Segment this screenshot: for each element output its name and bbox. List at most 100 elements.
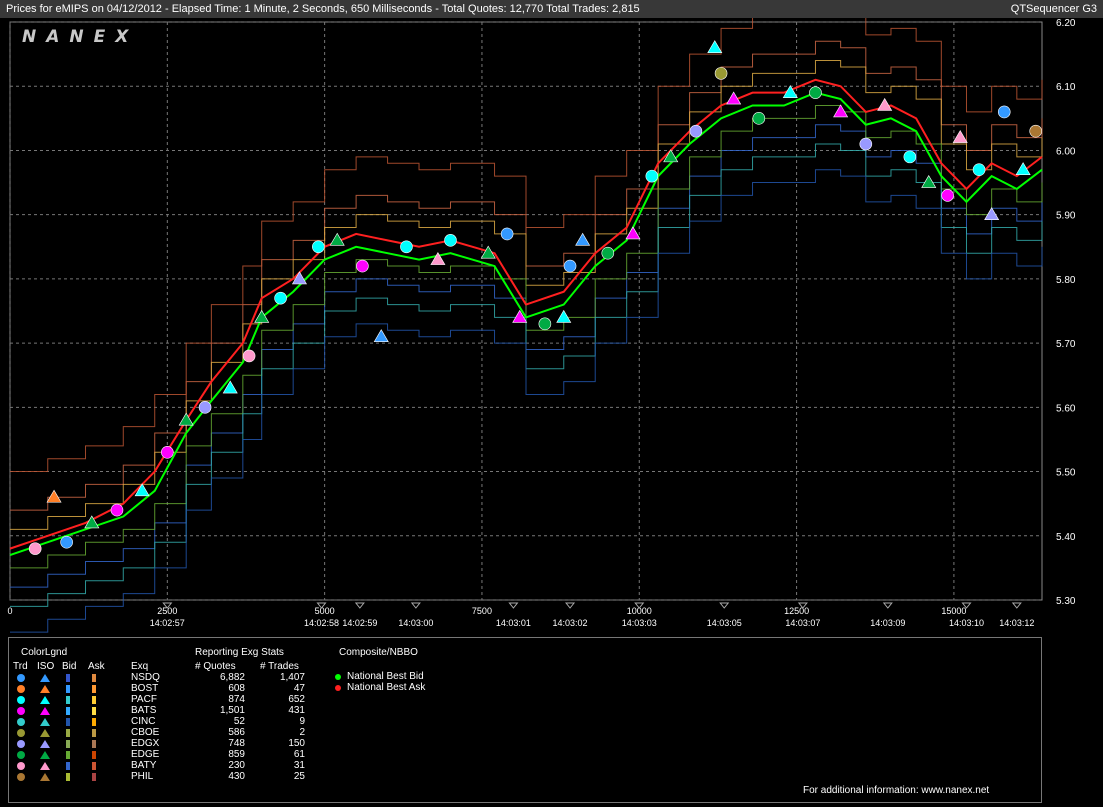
x-time-label: 14:03:02 [553, 618, 588, 628]
legend-quote-count: 874 [228, 694, 245, 705]
trade-marker [997, 105, 1011, 119]
legend-ask-swatch [92, 751, 96, 759]
legend-iso-triangle [40, 685, 50, 693]
legend-quote-count: 6,882 [219, 672, 245, 683]
legend-iso-triangle [40, 707, 50, 715]
trade-marker [60, 535, 73, 549]
legend-ask-swatch [92, 685, 96, 693]
trade-marker [859, 137, 873, 151]
x-time-label: 14:03:03 [622, 618, 657, 628]
legend-area: ColorLgnd Trd ISO Bid Ask Exq Reporting … [0, 637, 1103, 807]
legend-ask-swatch [92, 773, 96, 781]
legend-exchange-name: EDGX [131, 738, 160, 749]
legend-trade-count: 652 [288, 694, 305, 705]
legend-ask-swatch [92, 762, 96, 770]
y-tick-label: 5.80 [1056, 275, 1076, 286]
legend-ask-swatch [92, 718, 96, 726]
legend-bid-swatch [66, 773, 70, 781]
trade-marker [563, 259, 577, 273]
trade-marker [714, 67, 728, 80]
legend-quote-count: 1,501 [219, 705, 245, 716]
x-time-label: 14:02:59 [342, 618, 377, 628]
trade-marker [242, 349, 256, 363]
legend-trade-count: 25 [293, 771, 305, 782]
app-name: QTSequencer G3 [1010, 3, 1097, 15]
x-time-label: 14:03:10 [949, 618, 984, 628]
legend-exchange-name: CINC [131, 716, 156, 727]
y-tick-label: 5.60 [1056, 403, 1076, 414]
legend-exchange-name: EDGE [131, 749, 160, 760]
trade-marker [752, 112, 766, 125]
legend-trade-count: 431 [288, 705, 305, 716]
legend-trade-count: 31 [293, 760, 305, 771]
legend-trade-dot [17, 685, 25, 693]
title-bar: Prices for eMIPS on 04/12/2012 - Elapsed… [0, 0, 1103, 18]
trades-header: # Trades [260, 661, 299, 672]
x-sequence-label: 7500 [472, 606, 492, 616]
legend-panel: ColorLgnd Trd ISO Bid Ask Exq Reporting … [8, 637, 1042, 803]
trade-marker [274, 291, 287, 305]
legend-exchange-name: BATS [131, 705, 157, 716]
legend-iso-triangle [40, 740, 50, 748]
x-sequence-label: 15000 [941, 606, 966, 616]
legend-iso-triangle [40, 751, 50, 759]
y-tick-label: 6.00 [1056, 146, 1076, 157]
legend-exchange-name: PHIL [131, 771, 154, 782]
trade-marker [500, 227, 514, 241]
x-time-label: 14:03:09 [870, 618, 905, 628]
x-time-label: 14:03:05 [707, 618, 742, 628]
trade-marker [312, 240, 325, 254]
legend-bid-swatch [66, 696, 70, 704]
trade-marker [645, 169, 659, 183]
trade-marker [400, 240, 413, 254]
legend-ask-swatch [92, 729, 96, 737]
legend-quote-count: 748 [228, 738, 245, 749]
col-ask: Ask [88, 661, 105, 672]
legend-iso-triangle [40, 729, 50, 737]
legend-trade-count: 1,407 [279, 672, 305, 683]
y-tick-label: 5.40 [1056, 532, 1076, 543]
legend-bid-swatch [66, 762, 70, 770]
col-trd: Trd [13, 661, 28, 672]
legend-iso-triangle [40, 773, 50, 781]
legend-trade-dot [17, 707, 25, 715]
y-tick-label: 5.70 [1056, 339, 1076, 350]
legend-bid-swatch [66, 740, 70, 748]
legend-quote-count: 859 [228, 749, 245, 760]
nbbo-legend-dot [335, 674, 341, 680]
nbbo-legend-dot [335, 685, 341, 691]
legend-exchange-name: PACF [131, 694, 157, 705]
trade-marker [538, 317, 552, 331]
trade-marker [809, 86, 822, 99]
legend-quote-count: 52 [233, 716, 245, 727]
legend-trade-dot [17, 740, 25, 748]
legend-trade-count: 2 [299, 727, 305, 738]
legend-ask-swatch [92, 707, 96, 715]
x-time-label: 14:03:01 [496, 618, 531, 628]
trade-marker [28, 542, 42, 555]
legend-exchange-name: BATY [131, 760, 157, 771]
legend-trade-dot [17, 762, 25, 770]
legend-quote-count: 608 [228, 683, 245, 694]
y-tick-label: 5.50 [1056, 468, 1076, 479]
col-bid: Bid [62, 661, 77, 672]
trade-marker [198, 401, 212, 414]
trade-marker [972, 163, 986, 177]
x-time-label: 14:02:57 [150, 618, 185, 628]
legend-trade-dot [17, 674, 25, 682]
trade-marker [689, 124, 703, 138]
footer-link[interactable]: For additional information: www.nanex.ne… [803, 785, 989, 796]
trade-marker [601, 246, 615, 260]
legend-trade-count: 47 [293, 683, 305, 694]
legend-trade-count: 61 [293, 749, 305, 760]
quotes-header: # Quotes [195, 661, 236, 672]
legend-bid-swatch [66, 718, 70, 726]
legend-bid-swatch [66, 729, 70, 737]
legend-exchange-name: BOST [131, 683, 159, 694]
nbbo-legend-label: National Best Ask [347, 682, 426, 693]
stats-header: Reporting Exg Stats [195, 647, 284, 658]
nbbo-legend-label: National Best Bid [347, 671, 424, 682]
y-tick-label: 6.10 [1056, 82, 1076, 93]
legend-bid-swatch [66, 707, 70, 715]
price-chart: 5.30 5.40 5.50 5.60 5.70 5.80 5.90 6.00 6.10 6.20… [0, 18, 1103, 637]
